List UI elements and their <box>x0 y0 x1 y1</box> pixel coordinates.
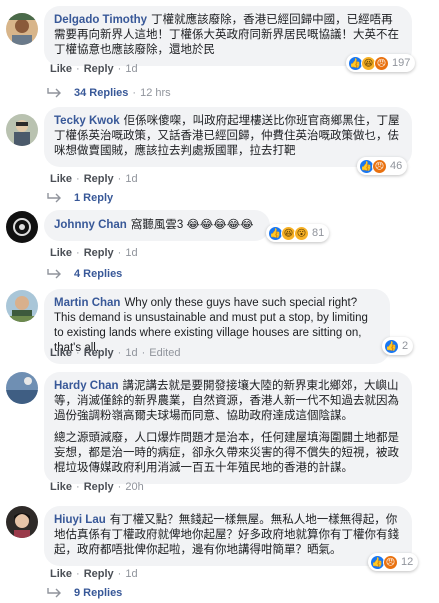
comment-bubble: Hardy Chan 講泥講去就是要開發接壤大陸的新界東北鄉郊，大嶼山等，消滅僅餘… <box>44 372 412 484</box>
avatar[interactable] <box>6 114 38 146</box>
commenter-name[interactable]: Hiuyi Lau <box>54 514 106 526</box>
comment-time[interactable]: 20h <box>125 481 143 493</box>
reactions-summary[interactable]: 👍 😆 😠 197 <box>346 54 416 72</box>
avatar[interactable] <box>6 506 38 538</box>
comment-time[interactable]: 1d <box>125 63 137 75</box>
reaction-count: 2 <box>402 340 409 352</box>
reaction-count: 12 <box>401 556 414 568</box>
comment-actions: Like · Reply · 1d <box>50 568 138 580</box>
replies-count-link[interactable]: 34 Replies <box>74 87 128 99</box>
comment-actions: Like · Reply · 20h <box>50 481 144 493</box>
reaction-count: 46 <box>390 160 403 172</box>
reply-link[interactable]: Reply <box>84 481 114 493</box>
reactions-summary[interactable]: 👍 😆 😮 81 <box>266 224 330 242</box>
reactions-summary[interactable]: 👍 😠 12 <box>368 553 419 571</box>
like-link[interactable]: Like <box>50 347 72 359</box>
commenter-name[interactable]: Johnny Chan <box>54 219 127 231</box>
like-link[interactable]: Like <box>50 63 72 75</box>
comment-bubble: Tecky Kwok 佢係咪傻㗎，叫政府起埋樓送比你班官商鄉黑住，丁屋丁權係英治嘅… <box>44 107 412 167</box>
reply-arrow-icon <box>47 88 61 98</box>
commenter-name[interactable]: Delgado Timothy <box>54 14 147 26</box>
reply-arrow-icon <box>47 588 61 598</box>
like-link[interactable]: Like <box>50 568 72 580</box>
replies-separator: · <box>132 87 137 99</box>
comment-text: 總之源頭減廢，人口爆炸問題才是治本，任何建屋填海圍闢土地都是妄想，都是治一時的病… <box>54 432 399 474</box>
avatar[interactable] <box>6 372 38 404</box>
commenter-name[interactable]: Martin Chan <box>54 297 120 309</box>
like-link[interactable]: Like <box>50 247 72 259</box>
commenter-name[interactable]: Tecky Kwok <box>54 115 120 127</box>
reactions-summary[interactable]: 👍 2 <box>382 337 414 355</box>
angry-icon: 😠 <box>383 554 398 570</box>
comment-actions: Like · Reply · 1d · Edited <box>50 347 181 359</box>
reply-arrow-icon <box>47 193 61 203</box>
view-replies[interactable]: 9 Replies <box>46 587 122 599</box>
comment-time[interactable]: 1d <box>125 247 137 259</box>
like-icon: 👍 <box>384 338 399 354</box>
replies-count-link[interactable]: 1 Reply <box>74 192 113 204</box>
angry-icon: 😠 <box>374 55 389 71</box>
avatar[interactable] <box>6 290 38 322</box>
replies-count-link[interactable]: 9 Replies <box>74 587 122 599</box>
view-replies[interactable]: 1 Reply <box>46 192 113 204</box>
view-replies[interactable]: 4 Replies <box>46 268 122 280</box>
comment-actions: Like · Reply · 1d <box>50 173 138 185</box>
avatar[interactable] <box>6 211 38 243</box>
reaction-count: 197 <box>392 57 411 69</box>
reply-link[interactable]: Reply <box>84 568 114 580</box>
wow-icon: 😮 <box>294 225 309 241</box>
reply-link[interactable]: Reply <box>84 347 114 359</box>
reply-link[interactable]: Reply <box>84 173 114 185</box>
comment-bubble: Johnny Chan 窩聽風雲3 😂😂😂😂😂 <box>44 210 270 241</box>
comment-time[interactable]: 1d <box>125 347 137 359</box>
angry-icon: 😠 <box>372 158 387 174</box>
comment-actions: Like · Reply · 1d <box>50 63 138 75</box>
reply-link[interactable]: Reply <box>84 247 114 259</box>
comment-paragraph: Hardy Chan 講泥講去就是要開發接壤大陸的新界東北鄉郊，大嶼山等，消滅僅餘… <box>54 379 402 424</box>
reactions-summary[interactable]: 👍 😠 46 <box>357 157 408 175</box>
reaction-count: 81 <box>312 227 325 239</box>
like-link[interactable]: Like <box>50 173 72 185</box>
edited-label[interactable]: Edited <box>149 347 180 359</box>
commenter-name[interactable]: Hardy Chan <box>54 380 119 392</box>
comment-actions: Like · Reply · 1d <box>50 247 138 259</box>
comment-time[interactable]: 1d <box>125 173 137 185</box>
reply-link[interactable]: Reply <box>84 63 114 75</box>
comment-time[interactable]: 1d <box>125 568 137 580</box>
replies-count-link[interactable]: 4 Replies <box>74 268 122 280</box>
reply-arrow-icon <box>47 269 61 279</box>
view-replies[interactable]: 34 Replies · 12 hrs <box>46 87 171 99</box>
comment-text: 窩聽風雲3 😂😂😂😂😂 <box>130 219 254 231</box>
avatar[interactable] <box>6 13 38 45</box>
like-link[interactable]: Like <box>50 481 72 493</box>
comment-bubble: Hiuyi Lau 有丁權又點？無錢起一樣無屋。無私人地一樣無得起，你地估真係有丁… <box>44 506 412 566</box>
replies-time: 12 hrs <box>140 87 171 99</box>
